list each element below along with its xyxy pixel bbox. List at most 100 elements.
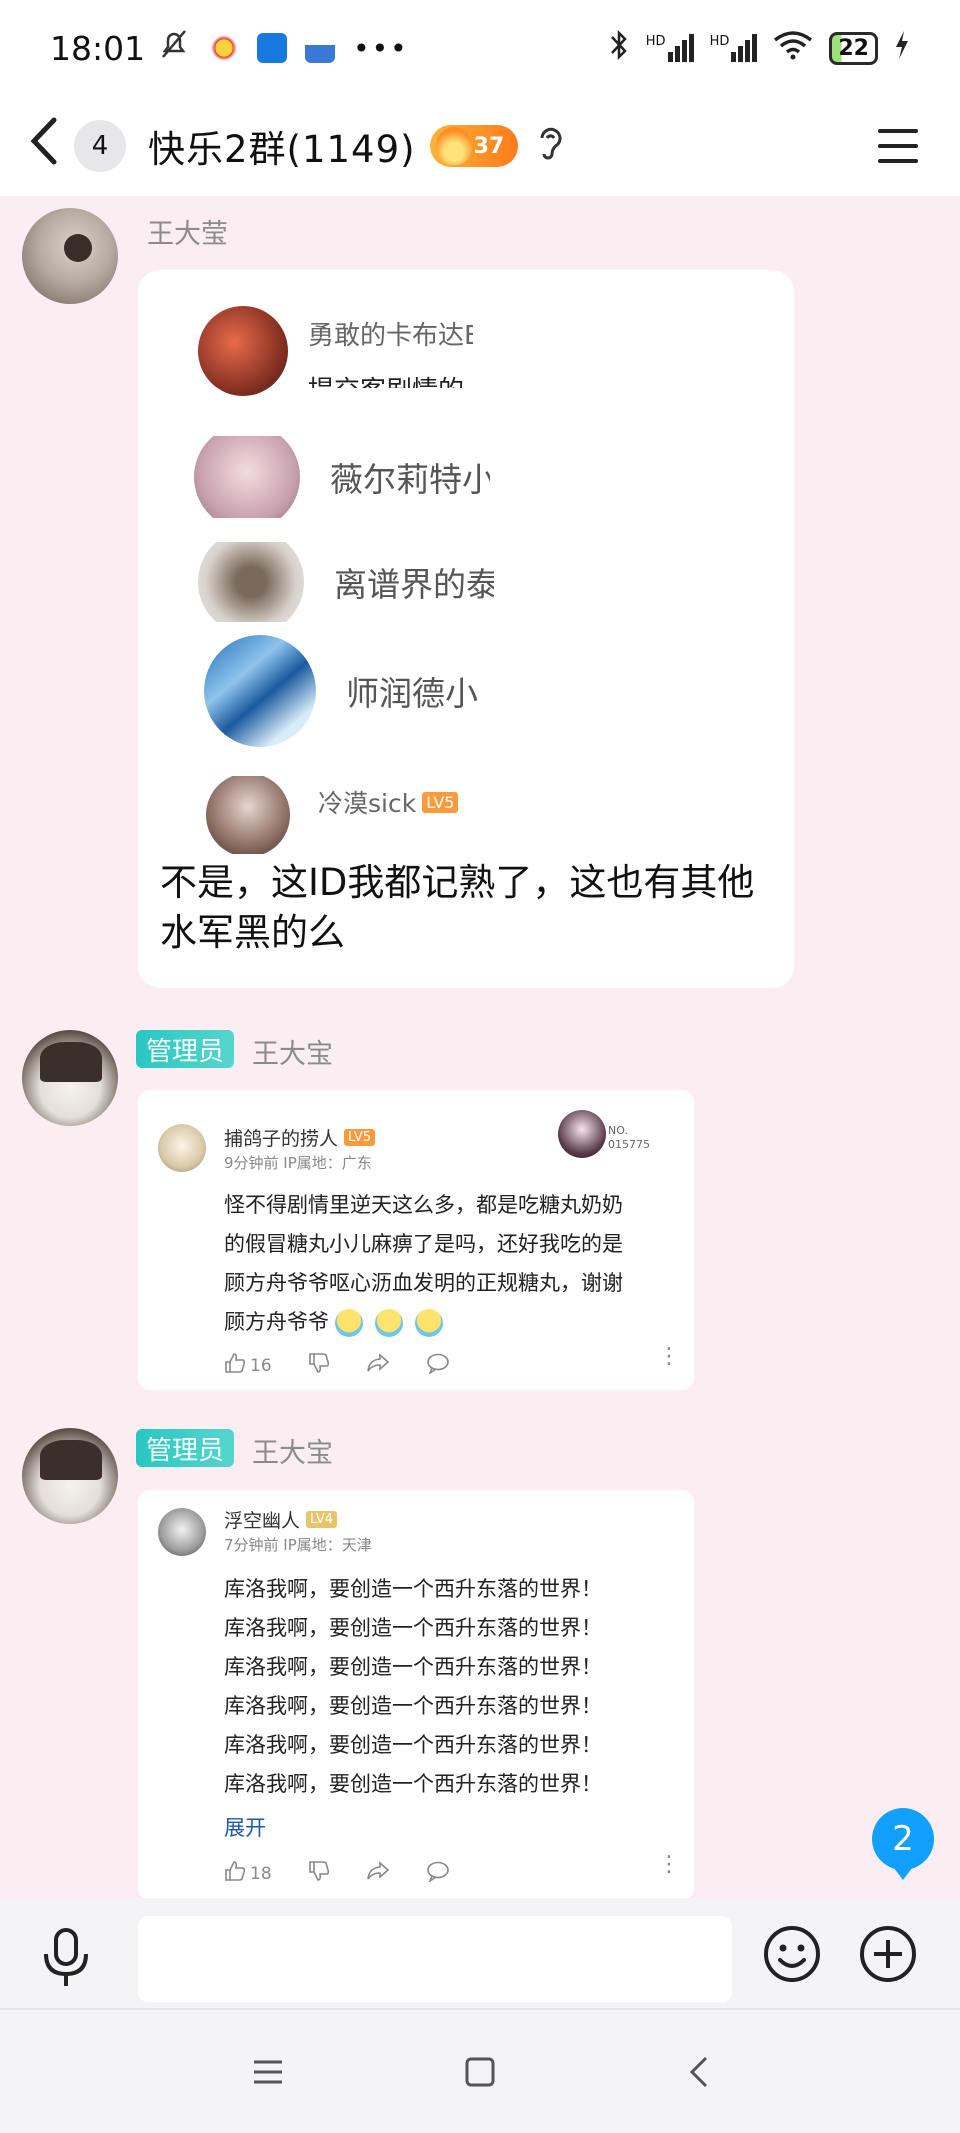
ear-icon[interactable] — [536, 124, 564, 168]
microphone-icon[interactable] — [40, 1928, 92, 1988]
thumbs-down-icon[interactable] — [308, 1860, 330, 1887]
admin-tag: 管理员 — [136, 1429, 235, 1467]
bell-muted-icon — [157, 27, 191, 69]
comment-line: 怪不得剧情里逆天这么多，都是吃糖丸奶奶 — [224, 1193, 623, 1217]
group-title[interactable]: 快乐2群(1149) — [148, 119, 416, 173]
comment-line: 顾方舟爷爷 — [224, 1310, 329, 1334]
comment-actions: 16 — [224, 1352, 450, 1379]
emoji-icon — [415, 1308, 443, 1337]
like-button[interactable]: 16 — [224, 1352, 272, 1379]
comment-line-last: 顾方舟爷爷 — [224, 1303, 623, 1342]
comment-line: 库洛我啊，要创造一个西升东落的世界！ — [224, 1772, 602, 1796]
sender-name[interactable]: 王大宝 — [252, 1431, 333, 1470]
commenter-name-text: 浮空幽人 — [224, 1510, 301, 1532]
commenter-avatar — [158, 1124, 206, 1172]
embedded-avatar — [198, 542, 304, 622]
comment-line: 库洛我啊，要创造一个西升东落的世界！ — [224, 1655, 602, 1679]
avatar-sender-3[interactable] — [22, 1428, 118, 1524]
like-count: 18 — [250, 1863, 272, 1884]
emoji-icon — [375, 1308, 403, 1337]
bluetooth-icon — [608, 29, 630, 68]
avatar-sender-1[interactable] — [22, 208, 118, 304]
embedded-subtext: 提交客剧情的 — [308, 370, 473, 388]
embedded-username: 勇敢的卡布达E — [308, 320, 473, 351]
fan-number-label: NO. — [608, 1124, 628, 1137]
embedded-avatar — [204, 635, 316, 747]
admin-tag: 管理员 — [136, 1030, 235, 1068]
thumbs-up-icon — [224, 1352, 246, 1379]
message-bubble[interactable]: 勇敢的卡布达E 提交客剧情的 薇尔莉特小 离谱界的泰 师润德小 冷漠sick L… — [138, 270, 794, 988]
message-text: 不是，这ID我都记熟了，这也有其他水军黑的么 — [160, 861, 755, 954]
embedded-row: 冷漠sick LV5 — [206, 776, 459, 854]
commenter-name: 捕鸽子的捞人 LV5 — [224, 1124, 375, 1151]
level-badge: LV4 — [306, 1511, 337, 1528]
fan-badge-image — [558, 1110, 606, 1158]
recent-apps-icon[interactable] — [248, 2052, 288, 2092]
menu-icon[interactable] — [878, 129, 918, 163]
notification-icons: ••• — [157, 27, 409, 69]
add-plus-icon[interactable] — [858, 1924, 918, 1984]
level-badge: LV5 — [344, 1129, 375, 1146]
embedded-row: 勇敢的卡布达E 提交客剧情的 — [198, 306, 473, 396]
new-message-count-bubble[interactable]: 2 — [872, 1808, 934, 1880]
embedded-username: 离谱界的泰 — [334, 565, 494, 604]
input-bar — [0, 1898, 960, 2008]
more-options-icon[interactable]: ⋮ — [658, 1344, 680, 1369]
like-button[interactable]: 18 — [224, 1860, 272, 1887]
comment-actions: 18 — [224, 1860, 450, 1887]
share-icon[interactable] — [366, 1352, 390, 1379]
charging-icon — [894, 30, 910, 66]
app-ship-icon — [305, 33, 336, 63]
thumbs-down-icon[interactable] — [308, 1352, 330, 1379]
comment-body: 怪不得剧情里逆天这么多，都是吃糖丸奶奶 的假冒糖丸小儿麻痹了是吗，还好我吃的是 … — [224, 1186, 623, 1342]
embedded-avatar — [194, 436, 300, 518]
battery-indicator: 22 — [829, 31, 878, 65]
embedded-avatar — [206, 776, 290, 854]
home-icon[interactable] — [460, 2052, 500, 2092]
commenter-name-text: 捕鸽子的捞人 — [224, 1128, 339, 1150]
sender-name[interactable]: 王大宝 — [252, 1032, 333, 1071]
embedded-username: 冷漠sick LV5 — [318, 784, 459, 820]
system-nav-bar — [0, 2008, 960, 2133]
embedded-row: 师润德小 — [204, 632, 506, 750]
signal-label-1: HD — [645, 34, 666, 49]
comment-line: 库洛我啊，要创造一个西升东落的世界！ — [224, 1694, 602, 1718]
status-bar: 18:01 ••• HD HD 22 — [0, 0, 960, 96]
comment-meta: 9分钟前 IP属地：广东 — [224, 1154, 372, 1172]
unread-count-badge[interactable]: 4 — [74, 120, 126, 172]
avatar-sender-2[interactable] — [22, 1030, 118, 1126]
embedded-username: 师润德小 — [346, 674, 478, 713]
more-options-icon[interactable]: ⋮ — [658, 1852, 680, 1877]
back-nav-icon[interactable] — [680, 2052, 720, 2092]
embedded-username-text: 冷漠sick — [318, 789, 417, 818]
like-count: 16 — [250, 1355, 272, 1376]
more-notifications-icon: ••• — [353, 31, 409, 65]
share-icon[interactable] — [366, 1860, 390, 1887]
message-input[interactable] — [138, 1916, 732, 2002]
app-blue-icon — [257, 33, 288, 63]
comment-card[interactable]: 浮空幽人 LV4 7分钟前 IP属地：天津 库洛我啊，要创造一个西升东落的世界！… — [138, 1490, 694, 1900]
emoji-picker-icon[interactable] — [762, 1924, 822, 1984]
embedded-avatar — [198, 306, 288, 396]
comment-meta: 7分钟前 IP属地：天津 — [224, 1536, 372, 1554]
comment-icon[interactable] — [426, 1352, 450, 1379]
comment-body: 库洛我啊，要创造一个西升东落的世界！ 库洛我啊，要创造一个西升东落的世界！ 库洛… — [224, 1570, 602, 1804]
comment-line: 库洛我啊，要创造一个西升东落的世界！ — [224, 1733, 602, 1757]
fan-number-value: 015775 — [608, 1138, 650, 1151]
signal-icon-2: HD — [710, 34, 758, 62]
fan-number-badge: NO. 015775 — [608, 1124, 650, 1152]
comment-card[interactable]: 捕鸽子的捞人 LV5 9分钟前 IP属地：广东 NO. 015775 怪不得剧情… — [138, 1090, 694, 1390]
commenter-name: 浮空幽人 LV4 — [224, 1506, 337, 1533]
comment-line: 的假冒糖丸小儿麻痹了是吗，还好我吃的是 — [224, 1232, 623, 1256]
expand-link[interactable]: 展开 — [224, 1812, 266, 1842]
level-badge: LV5 — [422, 791, 459, 813]
back-arrow-icon[interactable] — [26, 116, 66, 176]
commenter-avatar — [158, 1508, 206, 1556]
chat-header: 4 快乐2群(1149) 37 — [0, 96, 960, 196]
comment-icon[interactable] — [426, 1860, 450, 1887]
comment-line: 库洛我啊，要创造一个西升东落的世界！ — [224, 1616, 602, 1640]
emoji-icon — [335, 1308, 363, 1337]
group-fire-badge[interactable]: 37 — [429, 125, 519, 167]
sender-name[interactable]: 王大莹 — [147, 212, 228, 251]
embedded-row: 离谱界的泰 — [198, 542, 494, 622]
